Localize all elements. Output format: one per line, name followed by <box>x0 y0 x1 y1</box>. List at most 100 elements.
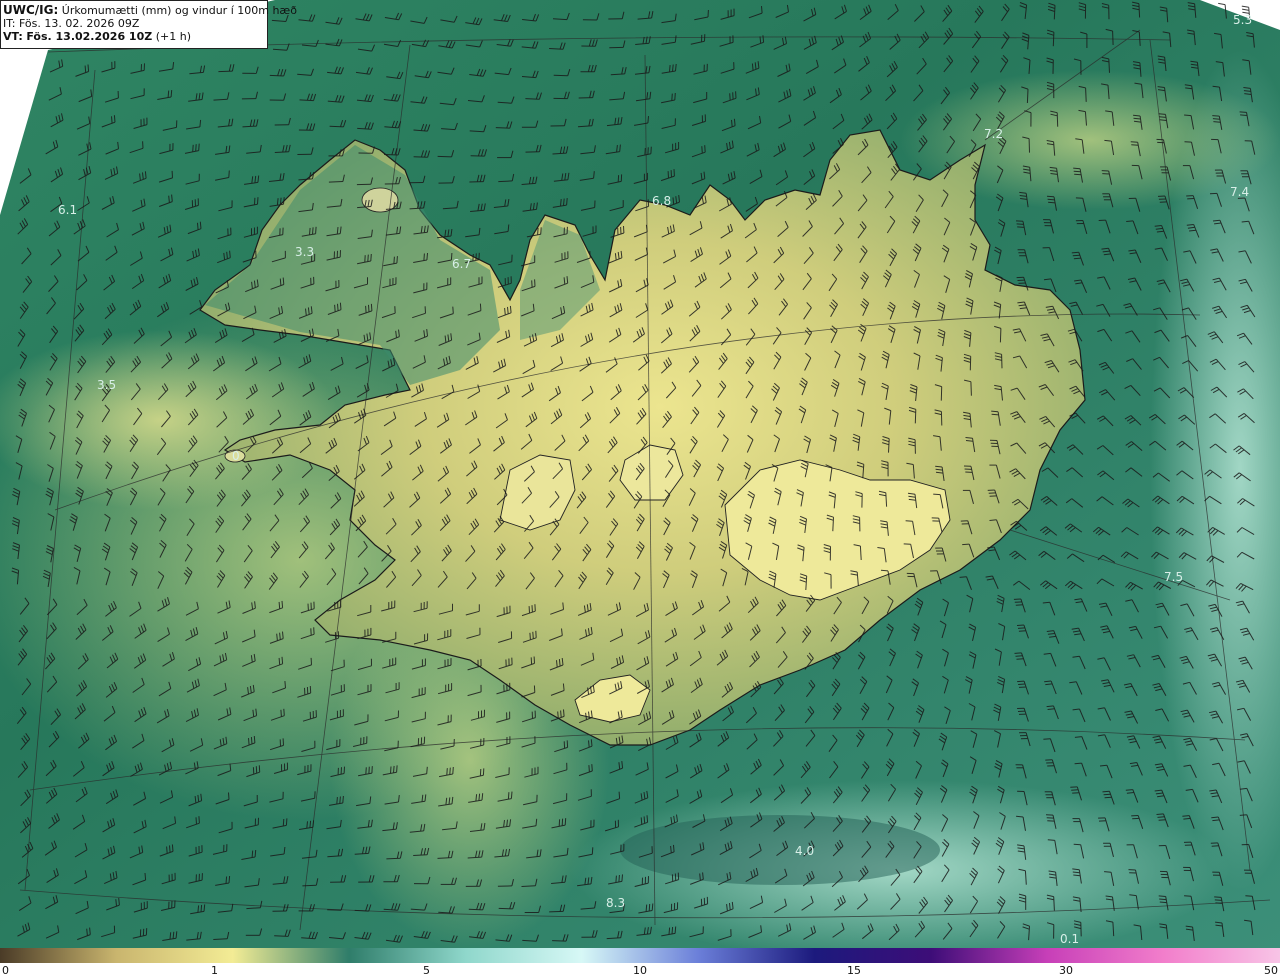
wind-barb-feather <box>254 849 257 858</box>
colorbar-tick: 50 <box>1264 964 1278 977</box>
wind-barb-feather <box>396 256 398 264</box>
wind-barb <box>328 181 343 183</box>
wind-barb-feather <box>312 227 314 235</box>
wind-barb-feather <box>312 820 315 828</box>
wind-barb-feather <box>89 927 91 935</box>
wind-barb <box>552 940 567 942</box>
wind-barb-feather <box>228 792 230 800</box>
value-label: 6.7 <box>452 257 471 271</box>
wind-barb-feather <box>1159 901 1167 904</box>
wind-barb-feather <box>566 198 568 206</box>
wind-barb-feather <box>1047 839 1055 841</box>
wind-barb-feather <box>1158 895 1166 897</box>
wind-barb-feather <box>282 818 285 827</box>
wind-barb-feather <box>1159 898 1167 901</box>
wind-barb-feather <box>87 64 90 72</box>
wind-barb-feather <box>276 198 279 206</box>
wind-barb-feather <box>284 681 286 689</box>
wind-barb-feather <box>933 493 941 496</box>
wind-barb <box>1108 58 1110 73</box>
wind-barb-feather <box>200 904 203 912</box>
wind-barb-feather <box>672 197 675 205</box>
wind-barb <box>832 517 834 532</box>
wind-barb-feather <box>618 874 620 883</box>
wind-barb-feather <box>195 817 197 825</box>
wind-barb-feather <box>1126 792 1134 794</box>
wind-barb-feather <box>169 932 172 940</box>
wind-barb <box>384 154 399 156</box>
wind-barb-feather <box>562 683 565 691</box>
wind-barb-feather <box>1214 899 1222 901</box>
wind-barb-feather <box>1017 627 1025 629</box>
wind-barb-feather <box>280 709 282 717</box>
wind-barb-feather <box>306 821 308 829</box>
wind-barb-feather <box>315 226 317 234</box>
wind-barb-feather <box>198 143 200 151</box>
wind-barb <box>999 328 1002 343</box>
wind-barb-feather <box>337 303 339 311</box>
wind-barb-feather <box>529 632 531 640</box>
wind-barb-feather <box>229 763 232 771</box>
valid-time-row: VT: Fös. 13.02.2026 10Z (+1 h) <box>3 30 267 43</box>
wind-barb-feather <box>648 903 651 912</box>
value-label: 4.0 <box>795 844 814 858</box>
colorbar-tick: 0 <box>2 964 9 977</box>
wind-barb-feather <box>368 304 370 312</box>
wind-barb-feather <box>481 793 484 801</box>
wind-barb-feather <box>1071 251 1079 254</box>
wind-barb-feather <box>590 739 593 747</box>
wind-barb-feather <box>675 63 677 72</box>
wind-barb-feather <box>701 146 703 154</box>
wind-barb-feather <box>1046 195 1055 198</box>
wind-barb-feather <box>226 251 228 259</box>
value-label: 5.3 <box>1233 13 1252 27</box>
wind-barb-feather <box>1074 173 1082 176</box>
wind-barb-feather <box>276 633 278 641</box>
wind-barb-feather <box>446 768 448 776</box>
wind-barb-feather <box>640 817 643 825</box>
wind-barb-feather <box>1015 655 1023 657</box>
wind-barb-feather <box>1158 113 1166 115</box>
wind-barb-feather <box>646 815 649 823</box>
wind-barb-feather <box>1239 814 1247 816</box>
wind-barb <box>1053 896 1055 911</box>
value-label: 0 <box>232 449 240 463</box>
wind-barb-feather <box>367 254 369 262</box>
wind-barb-feather <box>1184 114 1192 117</box>
wind-barb-feather <box>86 928 88 936</box>
wind-barb-feather <box>672 64 674 72</box>
wind-barb-feather <box>1212 118 1220 120</box>
wind-barb-feather <box>479 303 482 311</box>
value-label: 8.3 <box>606 896 625 910</box>
wind-barb-feather <box>257 197 259 205</box>
wind-barb-feather <box>203 904 206 912</box>
wind-barb-feather <box>279 197 282 205</box>
wind-barb <box>495 127 510 129</box>
wind-barb <box>888 438 890 453</box>
wind-barb <box>970 381 972 396</box>
wind-barb-feather <box>504 307 506 316</box>
wind-barb-feather <box>989 519 997 521</box>
wind-barb-feather <box>591 764 593 772</box>
value-label: 7.4 <box>1230 185 1249 199</box>
wind-barb-feather <box>1183 817 1191 820</box>
model-name: UWC/IG: <box>3 3 59 17</box>
wind-barb-feather <box>564 818 567 826</box>
wind-barb-feather <box>509 305 512 313</box>
wind-barb-feather <box>619 144 621 152</box>
wind-barb-feather <box>699 873 701 881</box>
wind-barb-feather <box>1215 902 1223 904</box>
wind-barb-feather <box>279 632 281 640</box>
wind-barb-feather <box>670 845 672 853</box>
wind-barb-feather <box>278 601 281 609</box>
wind-barb <box>549 910 564 913</box>
wind-barb-feather <box>593 171 595 179</box>
wind-barb-feather <box>1043 738 1051 740</box>
colorbar-tick: 5 <box>423 964 430 977</box>
wind-barb-feather <box>673 844 675 852</box>
wind-barb-feather <box>1240 114 1248 116</box>
wind-barb-feather <box>169 845 171 853</box>
wind-barb-feather <box>1072 871 1080 874</box>
wind-barb-feather <box>532 631 534 639</box>
wind-barb-feather <box>370 253 372 262</box>
